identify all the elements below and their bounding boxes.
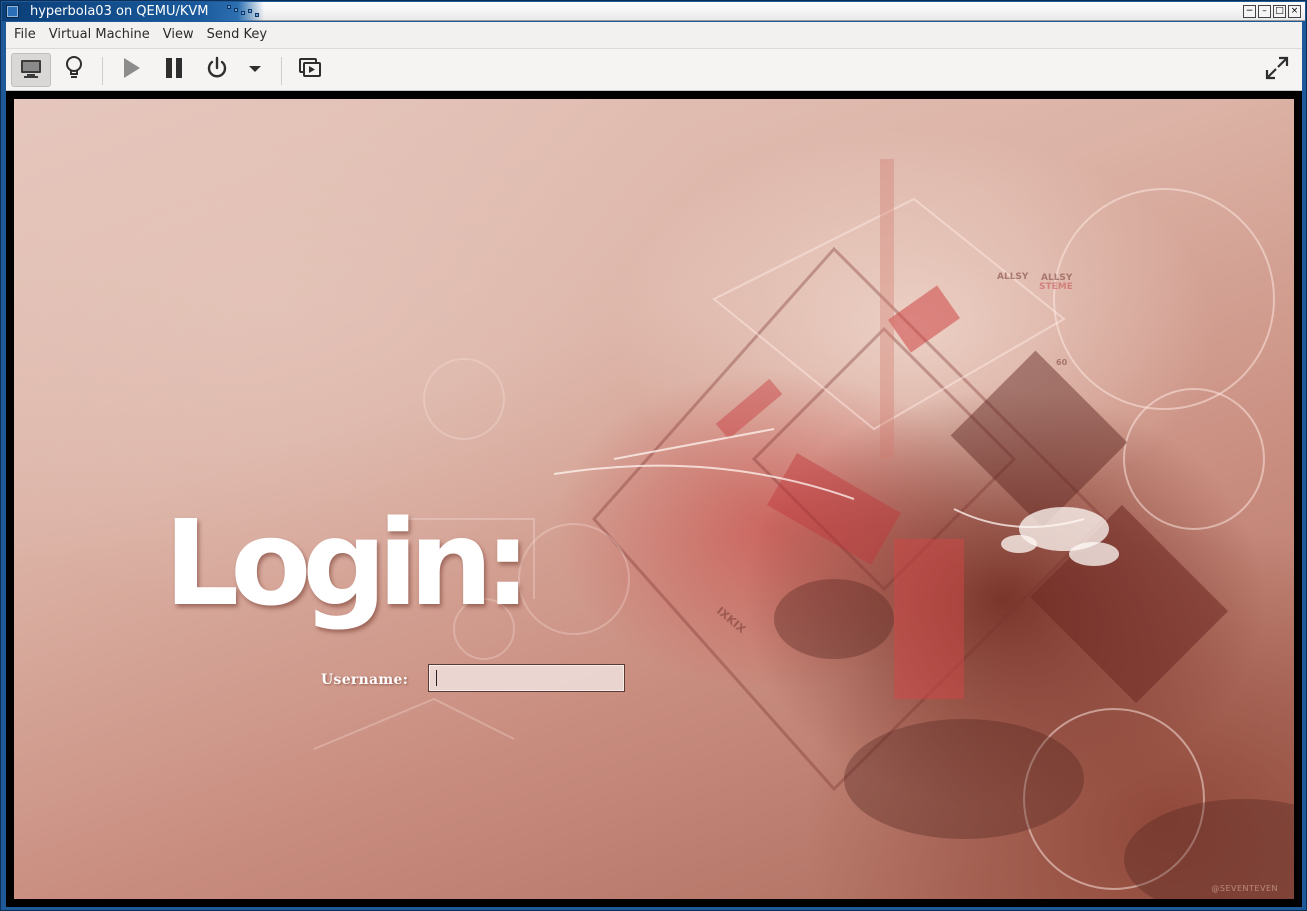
title-decoration (227, 5, 263, 19)
login-heading: Login: (164, 494, 531, 632)
title-bar[interactable]: hyperbola03 on QEMU/KVM − – □ × (2, 2, 1305, 21)
art-text-allsy-1: ALLSY (997, 272, 1029, 282)
fullscreen-icon (1264, 55, 1290, 85)
application-window: hyperbola03 on QEMU/KVM − – □ × File Vir… (0, 0, 1307, 911)
menu-virtual-machine[interactable]: Virtual Machine (44, 22, 155, 48)
username-input[interactable] (428, 664, 625, 692)
username-label: Username: (321, 672, 409, 688)
art-text-steme: STEME (1039, 282, 1073, 292)
vm-display[interactable]: ALLSY ALLSY STEME 60 IXKIX Login: Userna… (6, 91, 1302, 907)
window-title: hyperbola03 on QEMU/KVM (30, 4, 209, 19)
minimize-button[interactable]: − (1243, 5, 1256, 18)
pause-button[interactable] (154, 53, 194, 87)
details-view-button[interactable] (54, 53, 94, 87)
snapshots-icon (298, 56, 322, 84)
chevron-down-icon (248, 63, 262, 78)
menu-send-key[interactable]: Send Key (202, 22, 272, 48)
close-button[interactable]: × (1288, 5, 1301, 18)
art-text-60: 60 (1056, 358, 1068, 367)
maximize-button[interactable]: □ (1273, 5, 1286, 18)
virt-manager-console: File Virtual Machine View Send Key ALLSY… (6, 22, 1302, 907)
fullscreen-button[interactable] (1257, 53, 1297, 87)
pause-icon (164, 56, 184, 84)
console-view-button[interactable] (11, 53, 51, 87)
menu-file[interactable]: File (9, 22, 41, 48)
app-icon[interactable] (6, 5, 19, 18)
menu-bar: File Virtual Machine View Send Key (6, 22, 1302, 48)
shade-button[interactable]: – (1258, 5, 1271, 18)
text-caret (436, 670, 437, 686)
menu-view[interactable]: View (158, 22, 199, 48)
wallpaper-watermark: @SEVENTEVEN (1211, 884, 1278, 893)
run-button[interactable] (111, 53, 151, 87)
monitor-icon (19, 57, 43, 83)
shutdown-menu-button[interactable] (238, 53, 272, 87)
window-controls: − – □ × (1243, 5, 1301, 18)
play-icon (120, 56, 142, 84)
toolbar-separator (281, 57, 282, 85)
snapshots-button[interactable] (290, 53, 330, 87)
toolbar (6, 48, 1302, 91)
power-icon (205, 56, 229, 84)
lightbulb-icon (63, 55, 85, 85)
art-text-ixkix: IXKIX (714, 604, 749, 636)
toolbar-separator (102, 57, 103, 85)
shutdown-button[interactable] (197, 53, 237, 87)
guest-login-screen[interactable]: ALLSY ALLSY STEME 60 IXKIX Login: Userna… (14, 99, 1294, 899)
